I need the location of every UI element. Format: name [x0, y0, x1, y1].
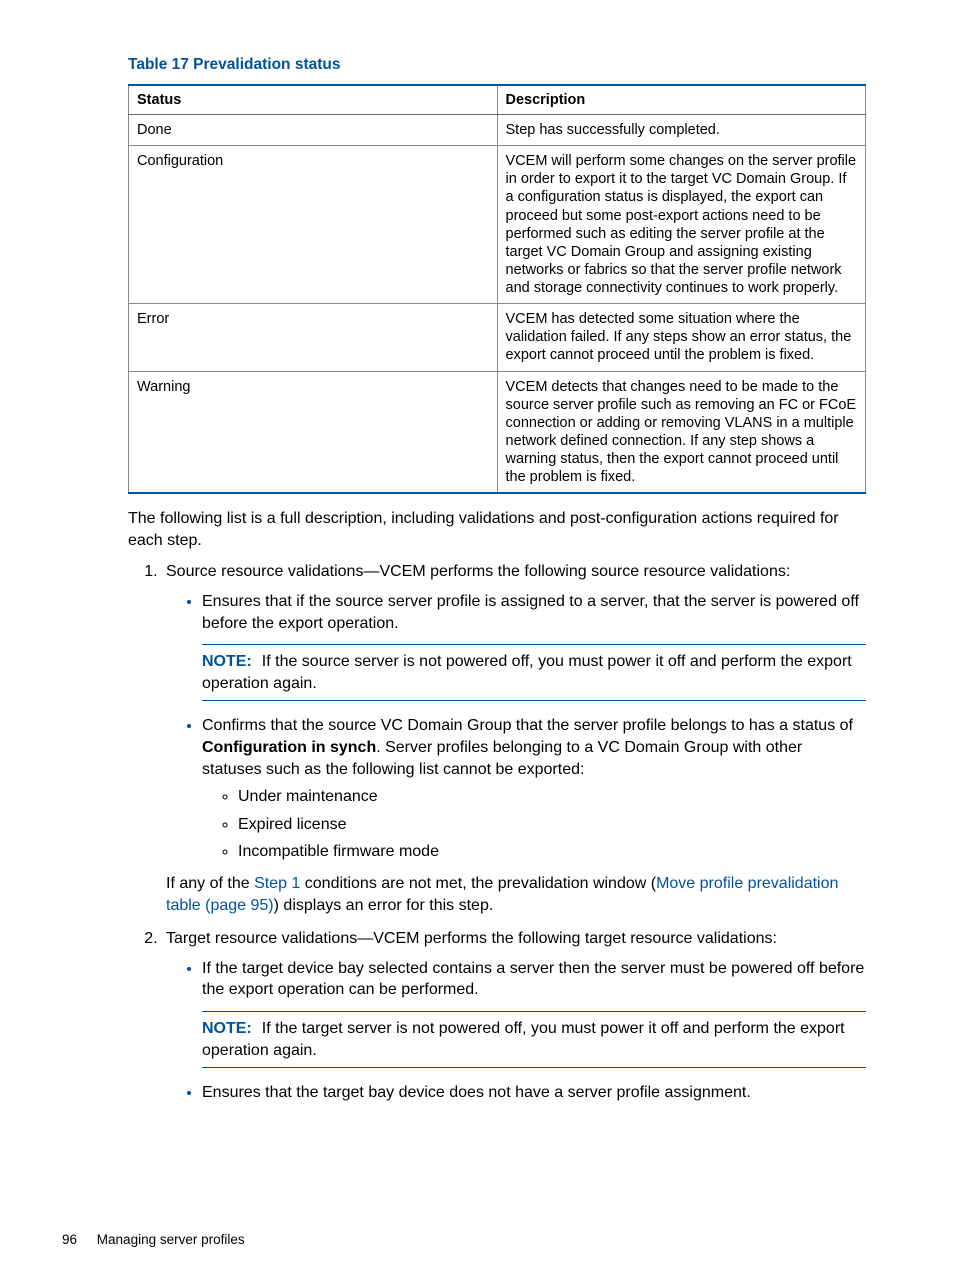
note-box: NOTE:If the source server is not powered…	[202, 644, 866, 701]
table-title: Table 17 Prevalidation status	[128, 56, 866, 74]
table-row: Error VCEM has detected some situation w…	[129, 304, 866, 371]
step-1-tail: If any of the Step 1 conditions are not …	[166, 873, 866, 916]
link-step-1[interactable]: Step 1	[254, 875, 300, 892]
cell-description: VCEM will perform some changes on the se…	[497, 146, 866, 304]
step-1-lead: Source resource validations—VCEM perform…	[166, 563, 790, 580]
tail-text-2: conditions are not met, the prevalidatio…	[300, 875, 656, 892]
cell-description: VCEM has detected some situation where t…	[497, 304, 866, 371]
bullet-text: If the target device bay selected contai…	[202, 960, 864, 999]
table-row: Done Step has successfully completed.	[129, 115, 866, 146]
note-label: NOTE:	[202, 653, 252, 670]
cell-description: Step has successfully completed.	[497, 115, 866, 146]
table-row: Configuration VCEM will perform some cha…	[129, 146, 866, 304]
note-text: If the source server is not powered off,…	[202, 653, 852, 692]
sub-bullet-3: Incompatible firmware mode	[238, 841, 866, 863]
step-2: Target resource validations—VCEM perform…	[162, 928, 866, 1104]
table-row: Warning VCEM detects that changes need t…	[129, 371, 866, 493]
tail-text-3: ) displays an error for this step.	[274, 897, 494, 914]
bullet-text-a: Confirms that the source VC Domain Group…	[202, 717, 853, 734]
cell-status: Error	[129, 304, 498, 371]
bullet-text-bold: Configuration in synch	[202, 739, 376, 756]
cell-status: Configuration	[129, 146, 498, 304]
step-2-bullet-1: If the target device bay selected contai…	[202, 958, 866, 1068]
section-title: Managing server profiles	[97, 1232, 245, 1247]
step-1-bullet-2: Confirms that the source VC Domain Group…	[202, 715, 866, 863]
intro-paragraph: The following list is a full description…	[128, 508, 866, 551]
validation-steps-list: Source resource validations—VCEM perform…	[128, 561, 866, 1103]
sub-bullet-2: Expired license	[238, 814, 866, 836]
step-2-lead: Target resource validations—VCEM perform…	[166, 930, 777, 947]
step-1-bullet-1: Ensures that if the source server profil…	[202, 591, 866, 701]
sub-bullet-1: Under maintenance	[238, 786, 866, 808]
table-header-row: Status Description	[129, 85, 866, 115]
step-2-bullet-2: Ensures that the target bay device does …	[202, 1082, 866, 1104]
note-text: If the target server is not powered off,…	[202, 1020, 845, 1059]
document-page: Table 17 Prevalidation status Status Des…	[0, 0, 954, 1154]
sub-bullets: Under maintenance Expired license Incomp…	[202, 786, 866, 863]
cell-status: Warning	[129, 371, 498, 493]
header-status: Status	[129, 85, 498, 115]
note-label: NOTE:	[202, 1020, 252, 1037]
step-1-bullets: Ensures that if the source server profil…	[166, 591, 866, 863]
step-2-bullets: If the target device bay selected contai…	[166, 958, 866, 1104]
step-1: Source resource validations—VCEM perform…	[162, 561, 866, 916]
tail-text-1: If any of the	[166, 875, 254, 892]
page-footer: 96 Managing server profiles	[62, 1232, 245, 1247]
note-box: NOTE:If the target server is not powered…	[202, 1011, 866, 1068]
bullet-text: Ensures that if the source server profil…	[202, 593, 859, 632]
prevalidation-status-table: Status Description Done Step has success…	[128, 84, 866, 494]
header-description: Description	[497, 85, 866, 115]
cell-description: VCEM detects that changes need to be mad…	[497, 371, 866, 493]
cell-status: Done	[129, 115, 498, 146]
page-number: 96	[62, 1232, 77, 1247]
